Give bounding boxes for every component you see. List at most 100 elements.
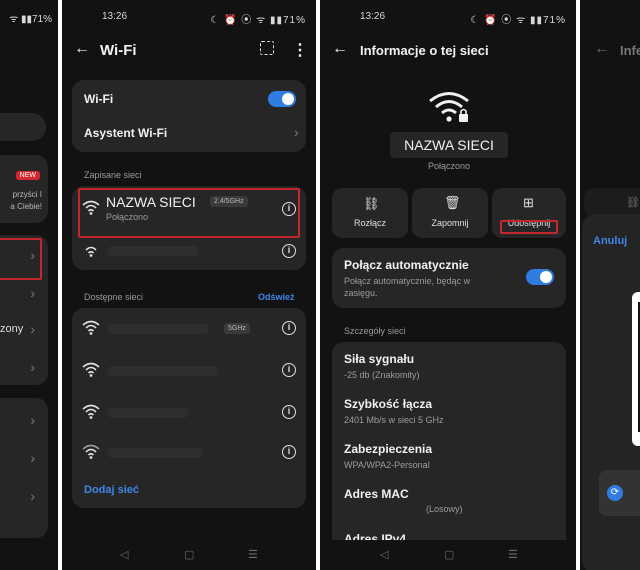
forget-button[interactable]: 🗑 Zapomnij <box>412 188 488 238</box>
auto-connect-toggle[interactable] <box>526 269 554 285</box>
wifi-lock-icon <box>429 92 469 122</box>
available-networks-heading: Dostępne sieci <box>84 292 144 302</box>
chevron-right-icon: › <box>30 412 35 428</box>
network-name: NAZWA SIECI <box>404 137 494 153</box>
forget-label: Zapomnij <box>431 218 469 228</box>
info-icon[interactable]: i <box>282 445 296 459</box>
status-icons: ☾ ⏰ ⦿ ᯤ ▮▮71% <box>470 15 566 26</box>
more-options-icon[interactable]: ⋮ <box>292 40 308 60</box>
unlink-icon: ⛓ <box>363 196 380 211</box>
wifi-signal-icon <box>82 444 100 459</box>
network-name-box: NAZWA SIECI <box>390 132 508 158</box>
link-speed-label: Szybkość łącza <box>344 397 433 411</box>
link-speed-value: 2401 Mb/s w sieci 5 GHz <box>344 415 444 425</box>
back-arrow-icon[interactable]: ← <box>74 40 90 58</box>
panel-network-info: 13:26 ☾ ⏰ ⦿ ᯤ ▮▮71% ← Informacje o tej s… <box>320 0 576 570</box>
chevron-right-icon: › <box>30 321 35 337</box>
security-label: Zabezpieczenia <box>344 442 433 456</box>
network-details-card: Siła sygnału -25 db (Znakomity) Szybkość… <box>332 342 566 552</box>
status-bar: 13:26 ☾ ⏰ ⦿ ᯤ ▮▮71% <box>320 0 576 30</box>
info-icon[interactable]: i <box>282 244 296 258</box>
new-badge: NEW <box>15 171 40 180</box>
wifi-settings-card: Wi-Fi Asystent Wi-Fi › <box>72 80 306 152</box>
nav-home-icon[interactable]: ▢ <box>184 548 194 561</box>
redacted-network <box>108 408 188 418</box>
page-title: Infe <box>620 43 640 58</box>
qr-grid-icon: ⊞ <box>523 195 534 210</box>
info-icon[interactable]: i <box>282 321 296 335</box>
auto-connect-desc-1: Połącz automatycznie, będąc w <box>344 276 471 286</box>
security-value: WPA/WPA2-Personal <box>344 460 430 470</box>
redacted-network <box>108 448 203 458</box>
status-bar: 13:26 ☾ ⏰ ⦿ ᯤ ▮▮71% <box>62 0 316 30</box>
wifi-toggle[interactable] <box>268 91 296 107</box>
network-band-badge: 5GHz <box>224 323 250 334</box>
panel-wifi: 13:26 ☾ ⏰ ⦿ ᯤ ▮▮71% ← Wi-Fi ⋮ Wi-Fi Asys… <box>62 0 316 570</box>
mac-address-value: (Losowy) <box>426 504 463 514</box>
back-arrow-icon[interactable]: ← <box>332 40 348 58</box>
page-title: Wi-Fi <box>100 42 137 59</box>
back-arrow-icon[interactable]: ← <box>594 40 610 58</box>
add-network-link[interactable]: Dodaj sieć <box>84 484 139 496</box>
search-bar[interactable] <box>0 113 46 141</box>
wifi-signal-icon <box>82 320 100 335</box>
saved-networks-heading: Zapisane sieci <box>84 170 142 180</box>
trash-icon: 🗑 <box>444 195 461 210</box>
status-time: 13:26 <box>360 11 386 22</box>
highlight-box <box>0 238 42 280</box>
info-icon[interactable]: i <box>282 363 296 377</box>
disconnect-button[interactable]: ⛓ Rozłącz <box>332 188 408 238</box>
panel-share-partial: ← Infe ⛓ Anuluj ⟳ <box>580 0 640 570</box>
auto-connect-title: Połącz automatycznie <box>344 258 469 272</box>
wifi-signal-icon <box>85 246 97 257</box>
redacted-network <box>108 246 198 256</box>
promo-card[interactable]: NEW przyści I a Ciebie! <box>0 155 48 223</box>
signal-strength-label: Siła sygnału <box>344 352 415 366</box>
nearby-share-button[interactable]: ⟳ <box>599 470 640 516</box>
settings-item-label: zony <box>0 323 24 335</box>
wifi-toggle-label: Wi-Fi <box>84 92 114 106</box>
promo-line-1: przyści I <box>12 190 42 199</box>
nav-recents-icon[interactable]: ☰ <box>508 548 518 561</box>
redacted-network <box>108 366 218 376</box>
settings-group-2: › › › <box>0 398 48 538</box>
network-status: Połączono <box>428 161 471 171</box>
nav-recents-icon[interactable]: ☰ <box>248 548 258 561</box>
highlight-box <box>78 188 300 238</box>
share-bottom-sheet: Anuluj ⟳ <box>582 214 640 570</box>
network-details-heading: Szczegóły sieci <box>344 326 406 336</box>
highlight-box <box>500 220 558 234</box>
nav-back-icon[interactable]: ◁ <box>380 548 388 561</box>
chevron-right-icon: › <box>30 450 35 466</box>
signal-strength-value: -25 db (Znakomity) <box>344 370 420 380</box>
disconnect-label: Rozłącz <box>353 218 386 228</box>
chevron-right-icon: › <box>294 124 299 140</box>
page-title: Informacje o tej sieci <box>360 43 489 58</box>
scan-qr-icon[interactable] <box>260 41 274 55</box>
info-icon[interactable]: i <box>282 405 296 419</box>
wifi-signal-icon <box>82 404 100 419</box>
system-nav-bar: ◁ ▢ ☰ <box>62 540 316 570</box>
status-icons: ☾ ⏰ ⦿ ᯤ ▮▮71% <box>210 15 306 26</box>
wifi-signal-icon <box>82 362 100 377</box>
nav-home-icon[interactable]: ▢ <box>444 548 454 561</box>
chevron-right-icon: › <box>30 359 35 375</box>
status-time: 13:26 <box>102 11 128 22</box>
promo-line-2: a Ciebie! <box>10 202 42 211</box>
status-bar: ᯤ ▮▮71% <box>0 0 58 30</box>
cancel-button[interactable]: Anuluj <box>593 235 627 247</box>
mac-address-label: Adres MAC <box>344 487 409 501</box>
nearby-share-icon: ⟳ <box>607 485 623 501</box>
wifi-assistant-label[interactable]: Asystent Wi-Fi <box>84 126 167 140</box>
chevron-right-icon: › <box>30 488 35 504</box>
unlink-icon: ⛓ <box>626 197 640 209</box>
chevron-right-icon: › <box>30 285 35 301</box>
status-icons: ᯤ ▮▮71% <box>9 14 52 25</box>
system-nav-bar: ◁ ▢ ☰ <box>320 540 576 570</box>
auto-connect-desc-2: zasięgu. <box>344 288 378 298</box>
refresh-link[interactable]: Odśwież <box>258 292 295 302</box>
nav-back-icon[interactable]: ◁ <box>120 548 128 561</box>
auto-connect-card: Połącz automatycznie Połącz automatyczni… <box>332 248 566 308</box>
redacted-network <box>108 324 208 334</box>
panel-settings-partial: ᯤ ▮▮71% NEW przyści I a Ciebie! › › zony… <box>0 0 58 570</box>
